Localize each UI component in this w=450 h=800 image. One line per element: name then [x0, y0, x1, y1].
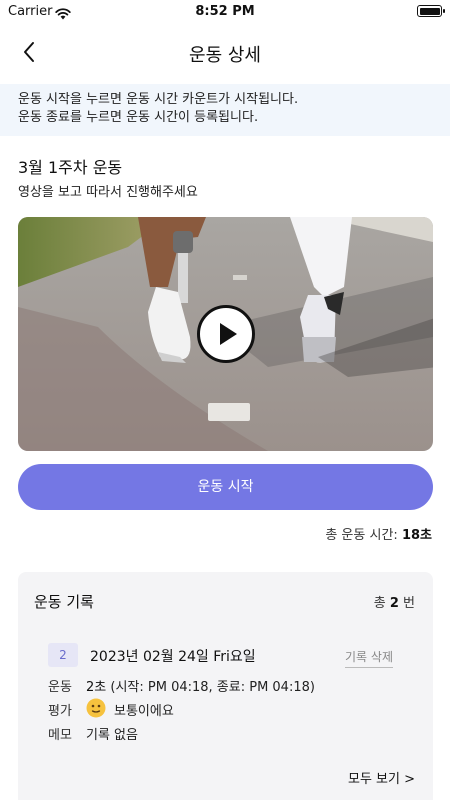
record-rating-value: 보통이에요 — [114, 704, 174, 719]
exercise-subtitle: 영상을 보고 따라서 진행해주세요 — [18, 185, 198, 200]
record-memo-label: 메모 — [48, 728, 72, 743]
status-bar: Carrier 8:52 PM — [0, 0, 450, 24]
record-time-detail: (시작: PM 04:18, 종료: PM 04:18) — [110, 680, 315, 695]
exercise-video[interactable] — [18, 217, 433, 451]
status-time: 8:52 PM — [195, 4, 255, 19]
view-all-link[interactable]: 모두 보기 > — [348, 768, 415, 787]
delete-record-button[interactable]: 기록 삭제 — [345, 648, 393, 668]
neutral-face-icon — [86, 698, 106, 718]
record-date: 2023년 02월 24일 Fri요일 — [90, 649, 256, 665]
total-exercise-time: 총 운동 시간: 18초 — [325, 524, 432, 543]
records-count-suffix: 번 — [403, 596, 415, 611]
records-title: 운동 기록 — [34, 593, 94, 611]
battery-icon — [417, 5, 445, 17]
notice-banner: 운동 시작을 누르면 운동 시간 카운트가 시작됩니다. 운동 종료를 누르면 … — [0, 84, 450, 136]
total-time-value: 18초 — [401, 528, 432, 543]
play-icon[interactable] — [197, 305, 255, 363]
notice-line-2: 운동 종료를 누르면 운동 시간이 등록됩니다. — [18, 110, 259, 125]
record-memo-value: 기록 없음 — [86, 728, 138, 743]
page-title: 운동 상세 — [189, 45, 261, 66]
exercise-title: 3월 1주차 운동 — [18, 158, 123, 177]
nav-bar: 운동 상세 — [0, 30, 450, 74]
total-time-label: 총 운동 시간: — [325, 528, 398, 543]
record-exercise-label: 운동 — [48, 680, 72, 695]
record-duration: 2초 — [86, 680, 107, 695]
records-count: 총 2 번 — [374, 592, 415, 611]
records-count-prefix: 총 — [373, 596, 386, 611]
exercise-records-card: 운동 기록 총 2 번 2 2023년 02월 24일 Fri요일 기록 삭제 … — [18, 572, 433, 800]
record-rating-label: 평가 — [48, 704, 72, 719]
records-count-value: 2 — [389, 596, 399, 611]
record-exercise-value: 2초 (시작: PM 04:18, 종료: PM 04:18) — [86, 676, 315, 695]
notice-line-1: 운동 시작을 누르면 운동 시간 카운트가 시작됩니다. — [18, 92, 299, 107]
start-exercise-button[interactable]: 운동 시작 — [18, 464, 433, 510]
record-number-badge: 2 — [48, 643, 78, 667]
